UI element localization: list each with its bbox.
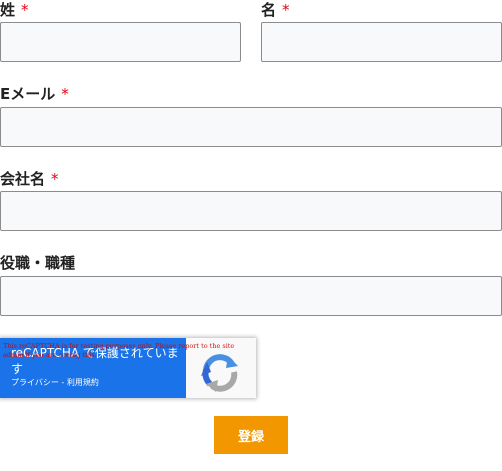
first-name-label-text: 名 — [261, 1, 277, 19]
recaptcha-widget[interactable]: reCAPTCHA で保護されています プライバシー - 利用規約 This r… — [0, 338, 256, 398]
last-name-label: 姓 * — [0, 0, 29, 20]
company-label: 会社名 * — [0, 169, 59, 189]
required-mark: * — [21, 1, 29, 19]
recaptcha-terms-link[interactable]: 利用規約 — [67, 378, 99, 387]
submit-button[interactable]: 登録 — [214, 416, 288, 454]
first-name-label: 名 * — [261, 0, 290, 20]
recaptcha-privacy-link[interactable]: プライバシー — [11, 378, 59, 387]
job-title-input[interactable] — [0, 276, 502, 316]
recaptcha-link-separator: - — [58, 378, 67, 387]
email-label-text: Eメール — [0, 85, 56, 103]
required-mark: * — [282, 1, 290, 19]
company-input[interactable] — [0, 191, 502, 231]
job-title-label-text: 役職・職種 — [0, 254, 76, 272]
last-name-label-text: 姓 — [0, 1, 16, 19]
email-input[interactable] — [0, 107, 502, 147]
email-label: Eメール * — [0, 84, 69, 104]
recaptcha-links: プライバシー - 利用規約 — [11, 378, 99, 388]
required-mark: * — [51, 170, 59, 188]
company-label-text: 会社名 — [0, 170, 46, 188]
job-title-label: 役職・職種 — [0, 253, 75, 273]
required-mark: * — [61, 85, 69, 103]
recaptcha-logo-icon — [201, 354, 238, 392]
first-name-input[interactable] — [261, 22, 502, 62]
last-name-input[interactable] — [0, 22, 241, 62]
